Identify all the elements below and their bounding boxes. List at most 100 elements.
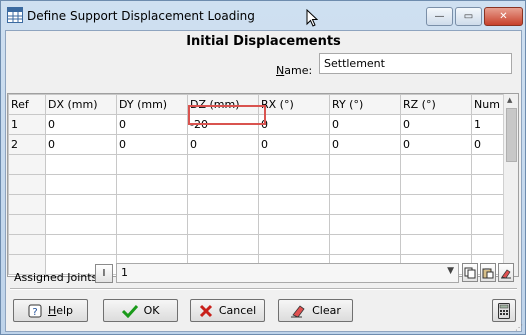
- name-input[interactable]: [319, 53, 512, 74]
- cell-rx[interactable]: [258, 174, 330, 195]
- cell-dx[interactable]: 0: [45, 134, 117, 155]
- cell-num[interactable]: [471, 214, 506, 235]
- chevron-down-icon[interactable]: ▼: [447, 266, 454, 276]
- cell-dz[interactable]: [187, 194, 259, 215]
- cell-dy[interactable]: [116, 234, 188, 255]
- paste-icon: [482, 267, 494, 278]
- cancel-button[interactable]: Cancel: [190, 299, 265, 322]
- column-header-dx[interactable]: DX (mm): [45, 94, 117, 115]
- scroll-up-icon[interactable]: ▲: [507, 96, 512, 104]
- calculator-button[interactable]: [492, 299, 516, 322]
- maximize-button[interactable]: ▭: [455, 7, 482, 26]
- copy-button[interactable]: [462, 263, 478, 282]
- cell-num[interactable]: [471, 154, 506, 175]
- cell-dx[interactable]: 0: [45, 114, 117, 135]
- cell-rx[interactable]: [258, 234, 330, 255]
- copy-icon: [464, 267, 476, 278]
- cell-rx[interactable]: [258, 154, 330, 175]
- cell-rz[interactable]: [400, 214, 472, 235]
- cell-dy[interactable]: [116, 154, 188, 175]
- title-bar[interactable]: Define Support Displacement Loading — ▭ …: [1, 1, 525, 30]
- eraser-small-icon: [501, 269, 511, 278]
- cell-rz[interactable]: 0: [400, 114, 472, 135]
- close-button[interactable]: ✕: [484, 7, 523, 26]
- clear-joints-button[interactable]: [498, 263, 514, 282]
- scrollbar-thumb[interactable]: [506, 108, 517, 162]
- cell-dx[interactable]: [45, 234, 117, 255]
- cell-dy[interactable]: [116, 174, 188, 195]
- cell-num[interactable]: [471, 194, 506, 215]
- column-header-ref[interactable]: Ref: [8, 94, 46, 115]
- assigned-joints-value: 1: [121, 266, 128, 279]
- cell-rx[interactable]: [258, 194, 330, 215]
- cell-ry[interactable]: [329, 154, 401, 175]
- cell-rz[interactable]: [400, 154, 472, 175]
- cell-ref: [8, 214, 46, 235]
- minimize-button[interactable]: —: [426, 7, 453, 26]
- column-header-rx[interactable]: RX (°): [258, 94, 330, 115]
- section-heading: Initial Displacements: [186, 34, 341, 49]
- cell-num[interactable]: [471, 234, 506, 255]
- column-header-ry[interactable]: RY (°): [329, 94, 401, 115]
- cell-dz[interactable]: [187, 174, 259, 195]
- cell-dx[interactable]: [45, 194, 117, 215]
- cell-ry[interactable]: [329, 194, 401, 215]
- cell-dy[interactable]: 0: [116, 114, 188, 135]
- cell-rz[interactable]: [400, 194, 472, 215]
- cell-dy[interactable]: 0: [116, 134, 188, 155]
- column-header-num[interactable]: Num: [471, 94, 506, 115]
- cell-dx[interactable]: [45, 174, 117, 195]
- table-row: 20000000: [8, 134, 506, 155]
- cell-rz[interactable]: 0: [400, 134, 472, 155]
- eraser-icon: [291, 304, 305, 317]
- cell-rx[interactable]: 0: [258, 114, 330, 135]
- cell-num[interactable]: 0: [471, 134, 506, 155]
- help-button[interactable]: ? Help: [13, 299, 88, 322]
- cell-num[interactable]: [471, 174, 506, 195]
- window-title: Define Support Displacement Loading: [27, 9, 255, 23]
- cancel-button-label: Cancel: [218, 304, 257, 317]
- cell-ry[interactable]: [329, 214, 401, 235]
- clear-button[interactable]: Clear: [278, 299, 353, 322]
- paste-button[interactable]: [480, 263, 496, 282]
- ok-button[interactable]: OK: [103, 299, 178, 322]
- column-header-rz[interactable]: RZ (°): [400, 94, 472, 115]
- assigned-joints-label: Assigned Joints:: [14, 271, 101, 284]
- cell-ry[interactable]: 0: [329, 114, 401, 135]
- assigned-joints-select[interactable]: 1 ▼: [116, 263, 459, 283]
- vertical-scrollbar[interactable]: ▲ ▼: [503, 94, 518, 276]
- svg-text:?: ?: [32, 307, 37, 318]
- cell-dz[interactable]: [187, 214, 259, 235]
- cell-rx[interactable]: 0: [258, 134, 330, 155]
- cell-dz[interactable]: [187, 234, 259, 255]
- cell-rz[interactable]: [400, 174, 472, 195]
- cell-dz[interactable]: 0: [187, 134, 259, 155]
- cell-ref: [8, 154, 46, 175]
- name-label: Name:: [276, 64, 313, 77]
- app-grid-icon: [7, 7, 23, 23]
- cell-ry[interactable]: [329, 234, 401, 255]
- table-row: [8, 174, 506, 195]
- joint-picker-button[interactable]: I: [95, 264, 113, 283]
- dialog-window: Define Support Displacement Loading — ▭ …: [0, 0, 526, 335]
- cell-rx[interactable]: [258, 214, 330, 235]
- divider: [10, 288, 517, 290]
- resize-grip-icon[interactable]: ⋰: [515, 323, 523, 332]
- cell-ry[interactable]: [329, 174, 401, 195]
- column-header-dy[interactable]: DY (mm): [116, 94, 188, 115]
- highlighted-cell-outline: [188, 105, 266, 125]
- calculator-icon: [498, 302, 510, 319]
- cell-ref: 1: [8, 114, 46, 135]
- cell-dx[interactable]: [45, 214, 117, 235]
- ok-button-label: OK: [143, 304, 160, 317]
- cell-rz[interactable]: [400, 234, 472, 255]
- cell-num[interactable]: 1: [471, 114, 506, 135]
- cell-dx[interactable]: [45, 154, 117, 175]
- cell-ry[interactable]: 0: [329, 134, 401, 155]
- cell-dy[interactable]: [116, 214, 188, 235]
- cell-dy[interactable]: [116, 194, 188, 215]
- cell-dz[interactable]: [187, 154, 259, 175]
- cell-ref: 2: [8, 134, 46, 155]
- table-row: [8, 194, 506, 215]
- mouse-cursor-icon: [306, 8, 319, 30]
